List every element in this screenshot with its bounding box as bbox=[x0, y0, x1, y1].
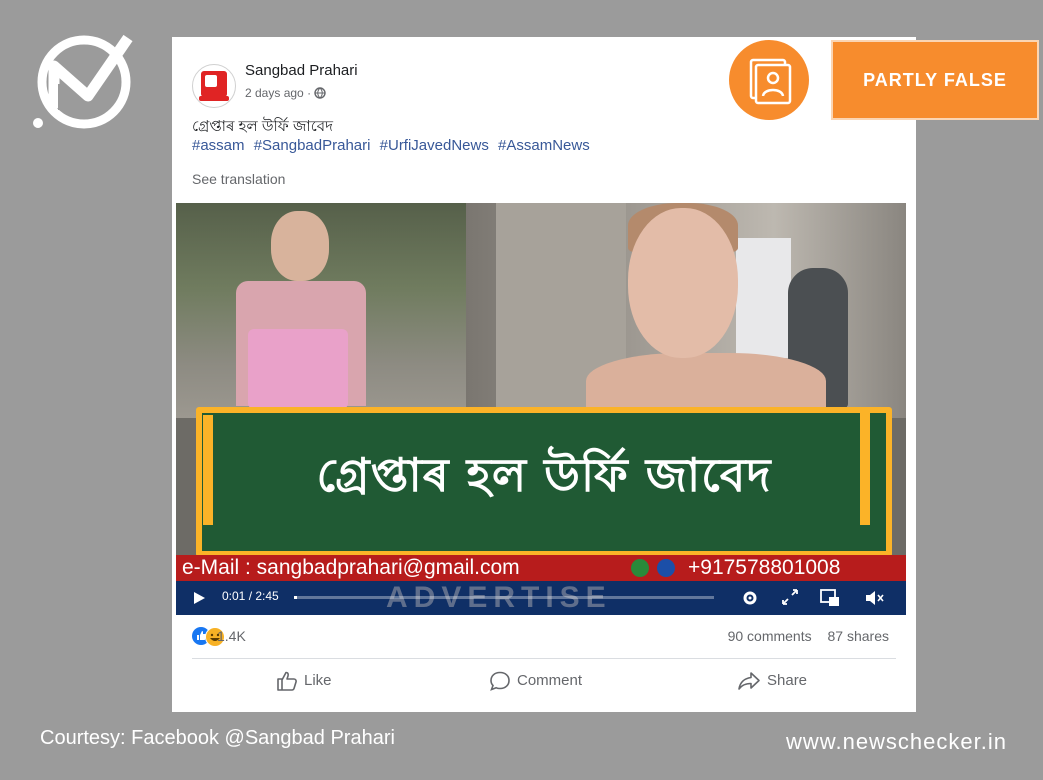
reaction-count[interactable]: 1.4K bbox=[217, 628, 246, 644]
courtesy-caption: Courtesy: Facebook @Sangbad Prahari bbox=[40, 727, 395, 749]
divider bbox=[192, 658, 896, 659]
expand-icon[interactable] bbox=[782, 589, 798, 605]
play-icon[interactable] bbox=[192, 591, 206, 605]
comments-count[interactable]: 90 comments bbox=[728, 628, 812, 644]
person-head-left bbox=[271, 211, 329, 281]
share-icon bbox=[738, 672, 760, 690]
post-time[interactable]: 2 days ago bbox=[245, 86, 304, 100]
hashtag-link[interactable]: #UrfiJavedNews bbox=[380, 137, 489, 154]
site-url: www.newschecker.in bbox=[786, 729, 1007, 754]
gear-icon[interactable] bbox=[741, 589, 759, 607]
phone-icon bbox=[657, 559, 675, 577]
contact-ticker: e-Mail : sangbadprahari@gmail.com +91757… bbox=[176, 555, 906, 581]
share-button[interactable]: Share bbox=[737, 671, 807, 691]
progress-fill bbox=[294, 596, 297, 599]
globe-icon bbox=[314, 87, 327, 99]
facebook-source-icon bbox=[729, 40, 809, 120]
thumbs-up-icon bbox=[277, 671, 297, 691]
whatsapp-icon bbox=[631, 559, 649, 577]
engagement-stats: 90 comments 87 shares bbox=[716, 628, 889, 644]
video-time: 0:01 / 2:45 bbox=[222, 589, 279, 603]
banner-headline: গ্ৰেপ্তাৰ হল উৰ্ফি জাবেদ bbox=[316, 448, 772, 502]
hashtag-link[interactable]: #SangbadPrahari bbox=[254, 137, 371, 154]
verdict-badge: PARTLY FALSE bbox=[831, 40, 1039, 120]
ticker-phone: +917578801008 bbox=[688, 556, 841, 579]
comment-label: Comment bbox=[517, 671, 583, 689]
meta-separator: · bbox=[307, 86, 312, 100]
background-sign bbox=[736, 238, 791, 358]
progress-bar[interactable] bbox=[294, 596, 714, 599]
video-player[interactable]: গ্ৰেপ্তাৰ হল উৰ্ফি জাবেদ e-Mail : sangba… bbox=[176, 203, 906, 615]
share-label: Share bbox=[767, 671, 808, 689]
shares-count[interactable]: 87 shares bbox=[828, 628, 889, 644]
video-controls: ADVERTISE 0:01 / 2:45 bbox=[176, 581, 906, 615]
ticker-email: e-Mail : sangbadprahari@gmail.com bbox=[182, 556, 520, 579]
like-label: Like bbox=[304, 671, 332, 689]
pink-dress bbox=[248, 329, 348, 409]
hashtag-link[interactable]: #AssamNews bbox=[498, 137, 590, 154]
comment-button[interactable]: Comment bbox=[489, 671, 582, 691]
page-avatar[interactable] bbox=[192, 64, 236, 108]
comment-icon bbox=[490, 671, 510, 691]
like-button[interactable]: Like bbox=[276, 671, 332, 691]
page-name[interactable]: Sangbad Prahari bbox=[245, 62, 358, 79]
post-meta: 2 days ago · bbox=[245, 86, 327, 100]
newschecker-logo bbox=[33, 34, 133, 129]
hashtags: #assam #SangbadPrahari #UrfiJavedNews #A… bbox=[192, 137, 595, 154]
facebook-post-card: Sangbad Prahari 2 days ago · গ্ৰেপ্তাৰ হ… bbox=[172, 37, 916, 712]
hashtag-link[interactable]: #assam bbox=[192, 137, 245, 154]
person-face-right bbox=[628, 208, 738, 358]
miniplayer-icon[interactable] bbox=[820, 589, 840, 607]
volume-muted-icon[interactable] bbox=[864, 589, 884, 607]
see-translation-link[interactable]: See translation bbox=[192, 171, 285, 187]
